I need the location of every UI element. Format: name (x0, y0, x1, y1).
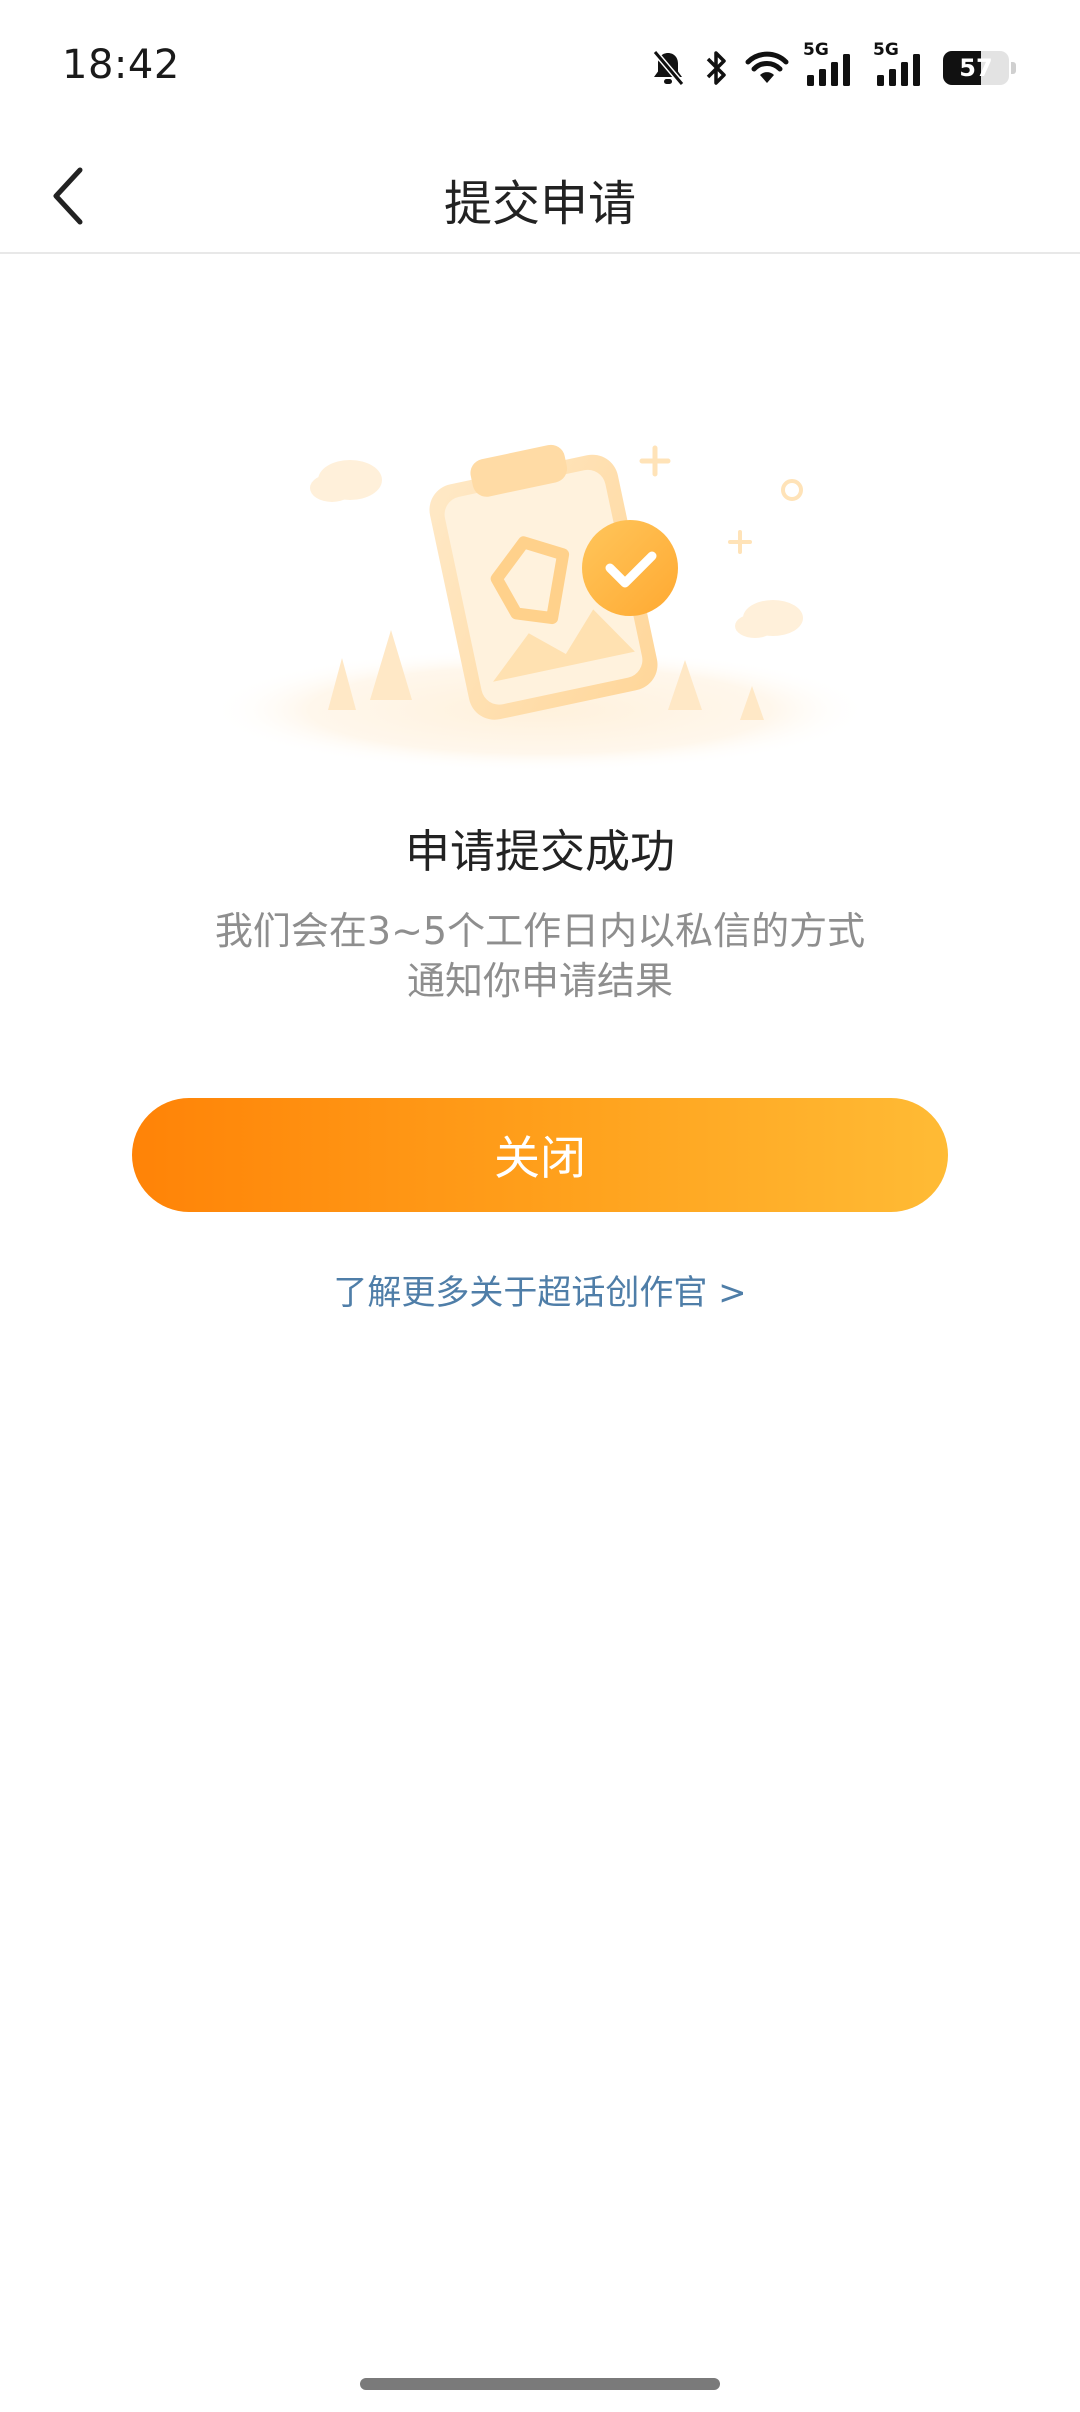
success-description-line: 我们会在3~5个工作日内以私信的方式 (214, 909, 866, 953)
close-button[interactable]: 关闭 (132, 1098, 948, 1212)
nav-bar: 提交申请 (0, 140, 1080, 254)
network-type-label: 5G (873, 40, 899, 60)
page-title: 提交申请 (443, 176, 636, 232)
status-time: 18:42 (62, 42, 180, 88)
cloud-icon (735, 600, 803, 638)
clipboard-check-illustration (210, 444, 870, 772)
battery-icon: 57 (943, 51, 1016, 85)
success-description-line: 通知你申请结果 (406, 959, 673, 1003)
status-bar: 18:42 5G 5G 57 (0, 0, 1080, 140)
success-illustration (200, 420, 880, 780)
signal-5g-icon: 5G (873, 40, 929, 88)
battery-level: 57 (959, 54, 993, 82)
bluetooth-icon (701, 48, 731, 88)
status-icons: 5G 5G 57 (649, 40, 1016, 90)
wifi-icon (745, 50, 789, 86)
battery-body: 57 (943, 51, 1009, 85)
bell-off-icon (649, 48, 687, 88)
battery-cap (1011, 62, 1016, 74)
network-type-label: 5G (803, 40, 829, 60)
signal-5g-icon: 5G (803, 40, 859, 88)
success-description: 我们会在3~5个工作日内以私信的方式 通知你申请结果 (160, 906, 920, 1006)
home-indicator[interactable] (360, 2378, 720, 2390)
cloud-icon (310, 460, 382, 502)
learn-more-link[interactable]: 了解更多关于超话创作官 > (0, 1265, 1080, 1314)
success-title: 申请提交成功 (404, 825, 675, 878)
